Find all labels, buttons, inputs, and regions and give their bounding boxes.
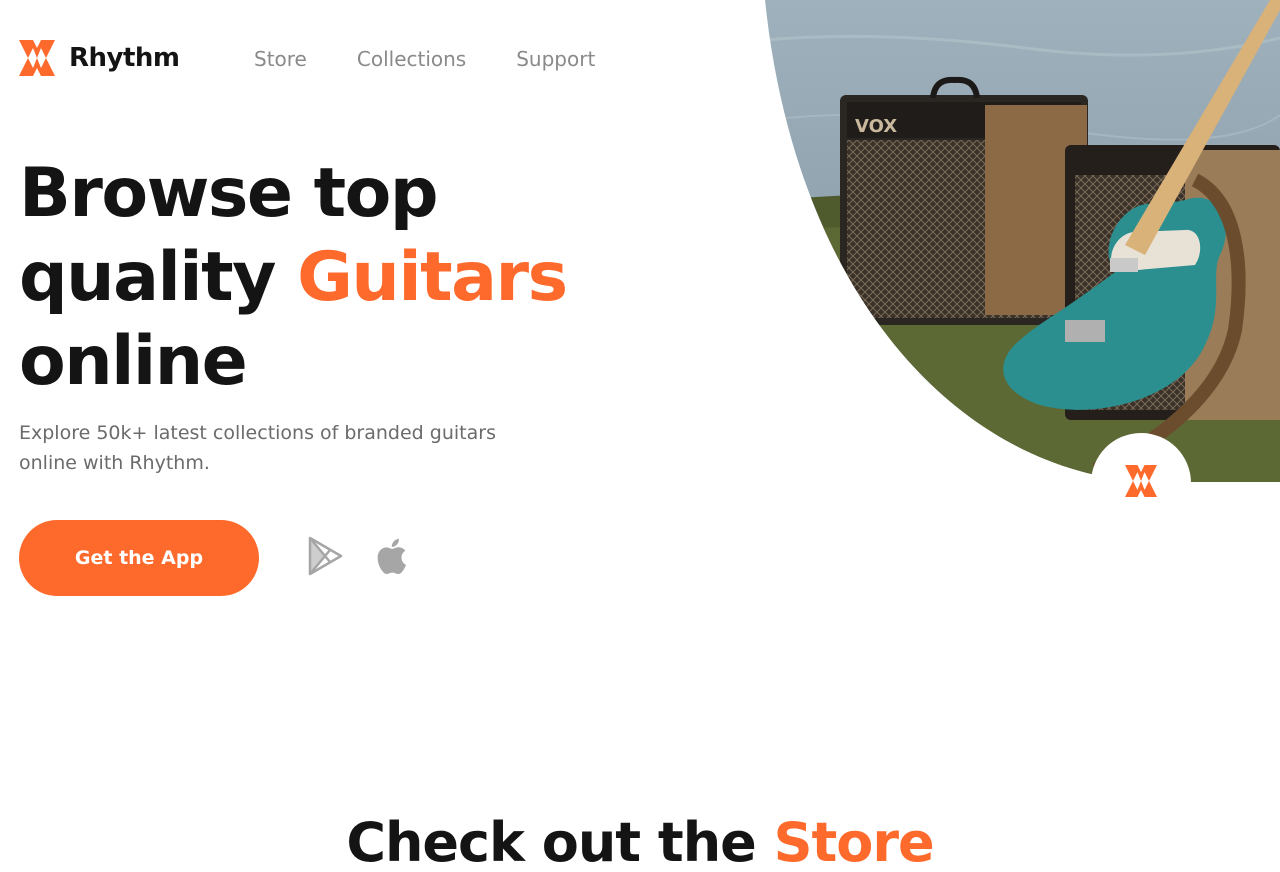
apple-icon[interactable] [374, 535, 414, 577]
hero-subtitle: Explore 50k+ latest collections of brand… [19, 422, 496, 474]
landing-page: Rhythm Store Collections Support Browse … [0, 0, 1280, 872]
store-title-plain: Check out the [346, 811, 774, 872]
brand-name: Rhythm [69, 43, 180, 73]
brand-badge [1091, 433, 1191, 533]
hero-title-line3: online [19, 322, 248, 401]
nav-link-store[interactable]: Store [254, 47, 307, 71]
google-play-icon[interactable] [305, 535, 345, 577]
store-title-accent: Store [773, 811, 935, 872]
store-section-title: Check out the Store [0, 808, 1280, 872]
brand-logo[interactable]: Rhythm [19, 40, 180, 76]
rhythm-logo-icon [19, 40, 55, 76]
main-nav: Store Collections Support [254, 47, 595, 71]
hero-title-line1: Browse top [19, 154, 439, 233]
rhythm-badge-icon [1125, 465, 1157, 497]
nav-link-support[interactable]: Support [516, 47, 595, 71]
hero-title: Browse top quality Guitars online [19, 152, 568, 404]
hero-title-accent: Guitars [297, 238, 568, 317]
hero-photo: VOX [765, 0, 1280, 482]
nav-link-collections[interactable]: Collections [357, 47, 466, 71]
svg-text:VOX: VOX [855, 116, 897, 137]
guitar-amps-illustration: VOX [765, 0, 1280, 482]
get-the-app-button[interactable]: Get the App [19, 520, 259, 596]
hero-title-line2: quality [19, 238, 298, 317]
